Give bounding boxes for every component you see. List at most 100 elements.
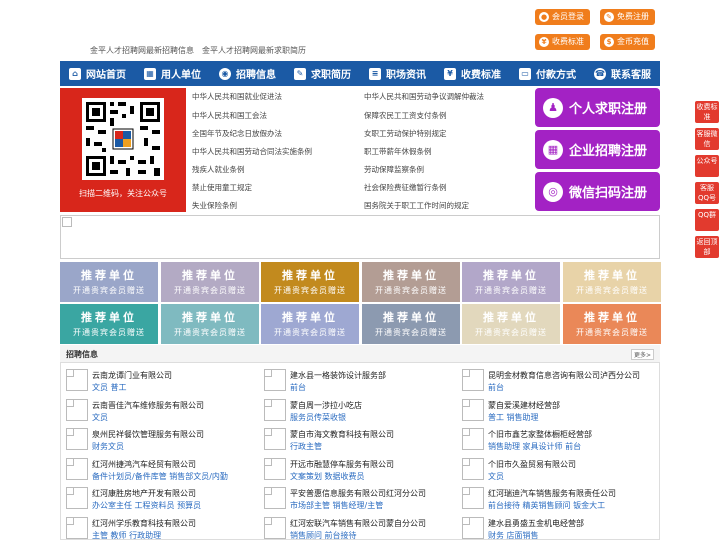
side-wechat[interactable]: 客服微信 — [695, 128, 719, 150]
company-name[interactable]: 蒙自爱溪建材经营部 — [488, 400, 560, 411]
law-link[interactable]: 劳动保障监察条例 — [364, 164, 424, 175]
job-list-item[interactable]: 建水县一格装饰设计服务部 前台 — [258, 367, 456, 396]
law-link[interactable]: 残疾人就业条例 — [192, 164, 245, 175]
law-link[interactable]: 保障农民工工资支付条例 — [364, 110, 447, 121]
job-positions[interactable]: 行政主管 — [290, 441, 322, 452]
law-link[interactable]: 职工带薪年休假条例 — [364, 146, 432, 157]
side-official-account[interactable]: 公众号 — [695, 155, 719, 177]
job-list-item[interactable]: 个旧市鑫艺家整体橱柜经营部 销售助理 家具设计师 前台 — [456, 426, 654, 455]
job-positions[interactable]: 前台 — [488, 382, 504, 393]
nav-payment[interactable]: ▭ 付款方式 — [510, 61, 585, 86]
nav-jobs[interactable]: ◉ 招聘信息 — [210, 61, 285, 86]
job-list-item[interactable]: 开远市融慧停车服务有限公司 文案策划 数据收费员 — [258, 456, 456, 485]
company-name[interactable]: 红河宏联汽车销售有限公司蒙自分公司 — [290, 518, 426, 529]
job-list-item[interactable]: 蒙自市海文教育科技有限公司 行政主管 — [258, 426, 456, 455]
job-positions[interactable]: 主管 教师 行政助理 — [92, 530, 161, 541]
job-positions[interactable]: 前台 — [290, 382, 306, 393]
job-positions[interactable]: 文员 普工 — [92, 382, 127, 393]
company-name[interactable]: 建水县一格装饰设计服务部 — [290, 370, 386, 381]
law-link[interactable]: 国务院关于职工工作时间的规定 — [364, 200, 469, 211]
job-positions[interactable]: 市场部主管 销售经理/主管 — [290, 500, 383, 511]
recommend-unit-tile[interactable]: 推荐单位 开通贵宾会员赠送 — [362, 262, 460, 302]
personal-register-button[interactable]: ♟ 个人求职注册 — [535, 88, 660, 127]
law-link[interactable]: 中华人民共和国劳动合同法实施条例 — [192, 146, 312, 157]
law-link[interactable]: 中华人民共和国就业促进法 — [192, 91, 282, 102]
recommend-unit-tile[interactable]: 推荐单位 开通贵宾会员赠送 — [362, 304, 460, 344]
company-name[interactable]: 云南龙谭门业有限公司 — [92, 370, 172, 381]
company-name[interactable]: 云南晋佳汽车维修服务有限公司 — [92, 400, 204, 411]
coin-recharge-button[interactable]: $ 金币充值 — [600, 34, 655, 50]
law-link[interactable]: 社会保险费征缴暂行条例 — [364, 182, 447, 193]
free-register-button[interactable]: ✎ 免费注册 — [600, 9, 655, 25]
job-positions[interactable]: 普工 销售助理 — [488, 412, 539, 423]
recommend-unit-tile[interactable]: 推荐单位 开通贵宾会员赠送 — [161, 304, 259, 344]
job-positions[interactable]: 销售顾问 前台接待 — [290, 530, 357, 541]
recommend-unit-tile[interactable]: 推荐单位 开通贵宾会员赠送 — [563, 304, 661, 344]
company-name[interactable]: 建水县勇盛五金机电经营部 — [488, 518, 584, 529]
job-positions[interactable]: 文案策划 数据收费员 — [290, 471, 365, 482]
company-name[interactable]: 红河康胜房地产开发有限公司 — [92, 488, 196, 499]
recommend-unit-tile[interactable]: 推荐单位 开通贵宾会员赠送 — [161, 262, 259, 302]
nav-resumes[interactable]: ✎ 求职简历 — [285, 61, 360, 86]
company-name[interactable]: 个旧市久盈贸易有限公司 — [488, 459, 576, 470]
company-register-button[interactable]: ▦ 企业招聘注册 — [535, 130, 660, 169]
job-positions[interactable]: 服务员传菜收银 — [290, 412, 346, 423]
job-list-item[interactable]: 红河州捷鸿汽车经贸有限公司 备件计划员/备件库管 销售部文员/内勤 — [60, 456, 258, 485]
job-list-item[interactable]: 个旧市久盈贸易有限公司 文员 — [456, 456, 654, 485]
job-positions[interactable]: 财务文员 — [92, 441, 124, 452]
member-login-button[interactable]: ● 会员登录 — [535, 9, 590, 25]
recommend-unit-tile[interactable]: 推荐单位 开通贵宾会员赠送 — [462, 262, 560, 302]
company-name[interactable]: 蒙自周一涉拉小吃店 — [290, 400, 362, 411]
company-name[interactable]: 个旧市鑫艺家整体橱柜经营部 — [488, 429, 592, 440]
job-list-item[interactable]: 红河州学乐教育科技有限公司 主管 教师 行政助理 — [60, 515, 258, 544]
recommend-unit-tile[interactable]: 推荐单位 开通贵宾会员赠送 — [563, 262, 661, 302]
company-name[interactable]: 泉州民祥餐饮管理服务有限公司 — [92, 429, 204, 440]
fee-standard-button[interactable]: ¥ 收费标准 — [535, 34, 590, 50]
latest-jobs-link[interactable]: 金平人才招聘网最新招聘信息 — [90, 45, 194, 56]
job-list-item[interactable]: 红河康胜房地产开发有限公司 办公室主任 工程资料员 预算员 — [60, 485, 258, 514]
company-name[interactable]: 红河州捷鸿汽车经贸有限公司 — [92, 459, 196, 470]
company-name[interactable]: 开远市融慧停车服务有限公司 — [290, 459, 394, 470]
job-positions[interactable]: 办公室主任 工程资料员 预算员 — [92, 500, 201, 511]
law-link[interactable]: 女职工劳动保护特别规定 — [364, 128, 447, 139]
more-link[interactable]: 更多> — [630, 349, 654, 360]
side-fee-standard[interactable]: 收费标准 — [695, 101, 719, 123]
wechat-register-button[interactable]: ◎ 微信扫码注册 — [535, 172, 660, 211]
company-name[interactable]: 平安普惠信息服务有限公司红河分公司 — [290, 488, 426, 499]
job-list-item[interactable]: 蒙自周一涉拉小吃店 服务员传菜收银 — [258, 397, 456, 426]
nav-employers[interactable]: ▦ 用人单位 — [135, 61, 210, 86]
side-back-to-top[interactable]: 返回顶部 — [695, 236, 719, 258]
recommend-unit-tile[interactable]: 推荐单位 开通贵宾会员赠送 — [261, 304, 359, 344]
recommend-unit-tile[interactable]: 推荐单位 开通贵宾会员赠送 — [60, 262, 158, 302]
job-positions[interactable]: 前台接待 精英销售顾问 钣金大工 — [488, 500, 605, 511]
job-positions[interactable]: 备件计划员/备件库管 销售部文员/内勤 — [92, 471, 228, 482]
job-positions[interactable]: 销售助理 家具设计师 前台 — [488, 441, 581, 452]
job-list-item[interactable]: 泉州民祥餐饮管理服务有限公司 财务文员 — [60, 426, 258, 455]
job-list-item[interactable]: 昆明金材教育信息咨询有限公司泸西分公司 前台 — [456, 367, 654, 396]
company-name[interactable]: 蒙自市海文教育科技有限公司 — [290, 429, 394, 440]
side-qq-group[interactable]: QQ群 — [695, 209, 719, 231]
nav-fees[interactable]: ¥ 收费标准 — [435, 61, 510, 86]
job-list-item[interactable]: 红河瑞迪汽车销售服务有限责任公司 前台接待 精英销售顾问 钣金大工 — [456, 485, 654, 514]
company-name[interactable]: 红河瑞迪汽车销售服务有限责任公司 — [488, 488, 616, 499]
job-list-item[interactable]: 红河宏联汽车销售有限公司蒙自分公司 销售顾问 前台接待 — [258, 515, 456, 544]
job-positions[interactable]: 文员 — [488, 471, 504, 482]
recommend-unit-tile[interactable]: 推荐单位 开通贵宾会员赠送 — [60, 304, 158, 344]
job-list-item[interactable]: 云南龙谭门业有限公司 文员 普工 — [60, 367, 258, 396]
law-link[interactable]: 禁止使用童工规定 — [192, 182, 252, 193]
job-list-item[interactable]: 蒙自爱溪建材经营部 普工 销售助理 — [456, 397, 654, 426]
job-list-item[interactable]: 平安普惠信息服务有限公司红河分公司 市场部主管 销售经理/主管 — [258, 485, 456, 514]
company-name[interactable]: 昆明金材教育信息咨询有限公司泸西分公司 — [488, 370, 640, 381]
company-name[interactable]: 红河州学乐教育科技有限公司 — [92, 518, 196, 529]
recommend-unit-tile[interactable]: 推荐单位 开通贵宾会员赠送 — [462, 304, 560, 344]
nav-home[interactable]: ⌂ 网站首页 — [60, 61, 135, 86]
law-link[interactable]: 全国年节及纪念日放假办法 — [192, 128, 282, 139]
law-link[interactable]: 中华人民共和国工会法 — [192, 110, 267, 121]
job-positions[interactable]: 文员 — [92, 412, 108, 423]
nav-news[interactable]: ≡ 职场资讯 — [360, 61, 435, 86]
law-link[interactable]: 中华人民共和国劳动争议调解仲裁法 — [364, 91, 484, 102]
nav-support[interactable]: ☎ 联系客服 — [585, 61, 660, 86]
job-list-item[interactable]: 建水县勇盛五金机电经营部 财务 店面销售 — [456, 515, 654, 544]
law-link[interactable]: 失业保险条例 — [192, 200, 237, 211]
recommend-unit-tile[interactable]: 推荐单位 开通贵宾会员赠送 — [261, 262, 359, 302]
